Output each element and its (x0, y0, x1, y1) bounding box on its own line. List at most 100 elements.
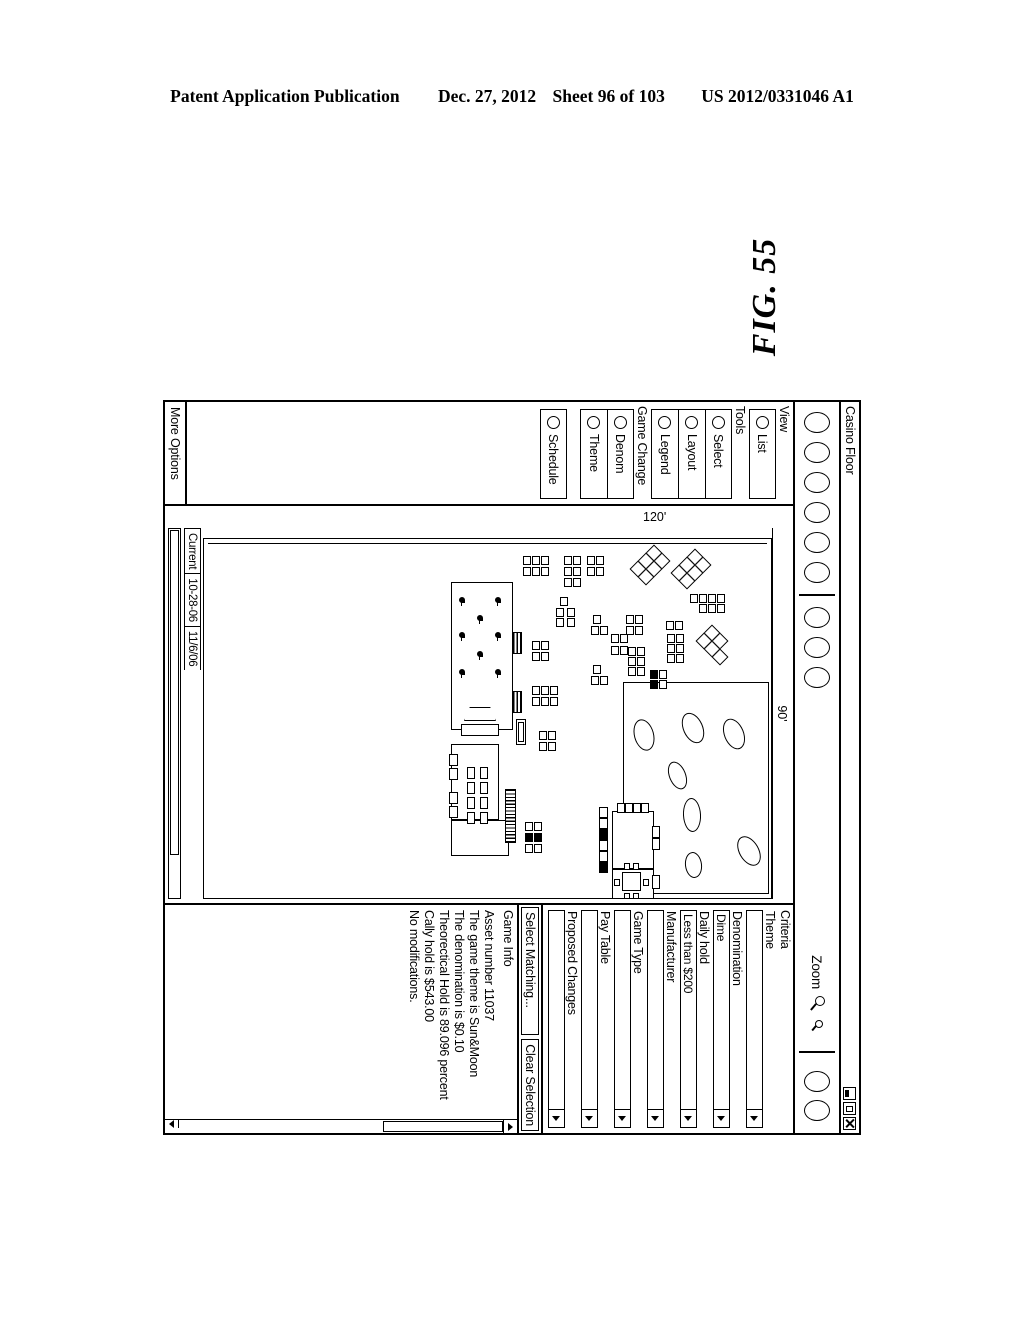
schedule-item[interactable]: Schedule (540, 409, 567, 499)
slot-machine[interactable] (532, 556, 540, 565)
slot-machine-selected[interactable] (650, 670, 658, 679)
slot-machine[interactable] (587, 556, 595, 565)
tab-10-28-06[interactable]: 10-28-06 (184, 573, 201, 626)
slot-machine[interactable] (628, 647, 636, 656)
slot-machine[interactable] (539, 731, 547, 740)
slot-machine[interactable] (676, 654, 684, 663)
horizontal-scrollbar-thumb[interactable] (170, 530, 179, 855)
criteria-combo-denomination[interactable]: Dime (713, 910, 730, 1128)
toolbar-button-10[interactable] (804, 1071, 830, 1092)
slot-machine[interactable] (690, 594, 698, 603)
slot-machine[interactable] (532, 652, 540, 661)
chevron-down-icon[interactable] (582, 1109, 597, 1127)
slot-machine[interactable] (556, 608, 564, 617)
slot-machine[interactable] (548, 731, 556, 740)
slot-machine[interactable] (532, 641, 540, 650)
tab-11-6-06[interactable]: 11/6/06 (184, 625, 201, 671)
slot-machine[interactable] (593, 615, 601, 624)
slot-machine[interactable] (541, 697, 549, 706)
slot-machine[interactable] (708, 604, 716, 613)
slot-machine[interactable] (596, 567, 604, 576)
slot-machine[interactable] (626, 615, 634, 624)
magnifier-icon[interactable] (809, 996, 826, 1013)
slot-machine[interactable] (611, 646, 619, 655)
slot-machine[interactable] (635, 615, 643, 624)
slot-machine[interactable] (550, 697, 558, 706)
minimize-icon[interactable] (843, 1087, 857, 1100)
slot-machine[interactable] (637, 667, 645, 676)
close-icon[interactable] (843, 1117, 857, 1130)
slot-machine-selected[interactable] (534, 833, 542, 842)
slot-machine[interactable] (667, 644, 675, 653)
toolbar-button-7[interactable] (804, 607, 830, 628)
toolbar-button-9[interactable] (804, 667, 830, 688)
toolbar-button-3[interactable] (804, 472, 830, 493)
slot-machine[interactable] (708, 594, 716, 603)
chevron-down-icon[interactable] (549, 1109, 564, 1127)
toolbar-button-6[interactable] (804, 562, 830, 583)
slot-machine[interactable] (635, 626, 643, 635)
chevron-down-icon[interactable] (747, 1109, 762, 1127)
select-matching-button[interactable]: Select Matching... (521, 907, 539, 1036)
criteria-combo-game-type[interactable] (614, 910, 631, 1128)
slot-machine[interactable] (699, 594, 707, 603)
slot-machine[interactable] (541, 686, 549, 695)
slot-machine[interactable] (523, 556, 531, 565)
slot-machine[interactable] (564, 567, 572, 576)
slot-machine[interactable] (539, 742, 547, 751)
slot-machine[interactable] (666, 621, 674, 630)
chevron-down-icon[interactable] (714, 1109, 729, 1127)
slot-machine[interactable] (591, 676, 599, 685)
tab-current[interactable]: Current (184, 528, 201, 574)
vertical-scrollbar-thumb[interactable] (383, 1121, 503, 1132)
slot-machine[interactable] (667, 654, 675, 663)
slot-machine[interactable] (620, 634, 628, 643)
slot-machine[interactable] (532, 686, 540, 695)
clear-selection-button[interactable]: Clear Selection (521, 1039, 539, 1131)
slot-machine[interactable] (534, 844, 542, 853)
game-change-item-denom[interactable]: Denom (607, 409, 634, 499)
slot-machine[interactable] (628, 667, 636, 676)
slot-machine[interactable] (676, 644, 684, 653)
slot-machine[interactable] (550, 686, 558, 695)
tools-item-legend[interactable]: Legend (651, 409, 678, 499)
slot-machine[interactable] (675, 621, 683, 630)
toolbar-button-1[interactable] (804, 412, 830, 433)
slot-machine[interactable] (667, 634, 675, 643)
slot-machine[interactable] (525, 822, 533, 831)
slot-machine[interactable] (717, 594, 725, 603)
slot-machine[interactable] (611, 634, 619, 643)
tools-item-select[interactable]: Select (705, 409, 732, 499)
slot-machine[interactable] (573, 556, 581, 565)
slot-machine[interactable] (548, 742, 556, 751)
slot-machine[interactable] (567, 608, 575, 617)
criteria-combo-daily-hold[interactable]: Less than $200 (680, 910, 697, 1128)
slot-machine[interactable] (567, 618, 575, 627)
slot-machine[interactable] (556, 618, 564, 627)
more-options-button[interactable]: More Options (165, 402, 187, 504)
scroll-up-icon[interactable] (503, 1120, 517, 1133)
slot-machine[interactable] (541, 567, 549, 576)
slot-machine[interactable] (628, 657, 636, 666)
slot-machine[interactable] (523, 567, 531, 576)
slot-machine[interactable] (593, 665, 601, 674)
toolbar-button-11[interactable] (804, 1100, 830, 1121)
slot-machine[interactable] (676, 634, 684, 643)
criteria-combo-proposed-changes[interactable] (548, 910, 565, 1128)
slot-machine[interactable] (564, 556, 572, 565)
criteria-combo-manufacturer[interactable] (647, 910, 664, 1128)
game-change-item-theme[interactable]: Theme (580, 409, 607, 499)
criteria-combo-pay-table[interactable] (581, 910, 598, 1128)
toolbar-button-2[interactable] (804, 442, 830, 463)
horizontal-scrollbar[interactable] (168, 528, 181, 899)
view-item-list[interactable]: List (749, 409, 776, 499)
game-info-vertical-scrollbar[interactable] (165, 1119, 517, 1133)
slot-machine-selected[interactable] (650, 680, 658, 689)
slot-machine[interactable] (587, 567, 595, 576)
slot-machine[interactable] (564, 578, 572, 587)
slot-machine[interactable] (637, 647, 645, 656)
scroll-down-icon[interactable] (165, 1120, 179, 1128)
magnifier-small-icon[interactable] (811, 1020, 824, 1033)
slot-machine[interactable] (573, 578, 581, 587)
slot-machine[interactable] (525, 844, 533, 853)
